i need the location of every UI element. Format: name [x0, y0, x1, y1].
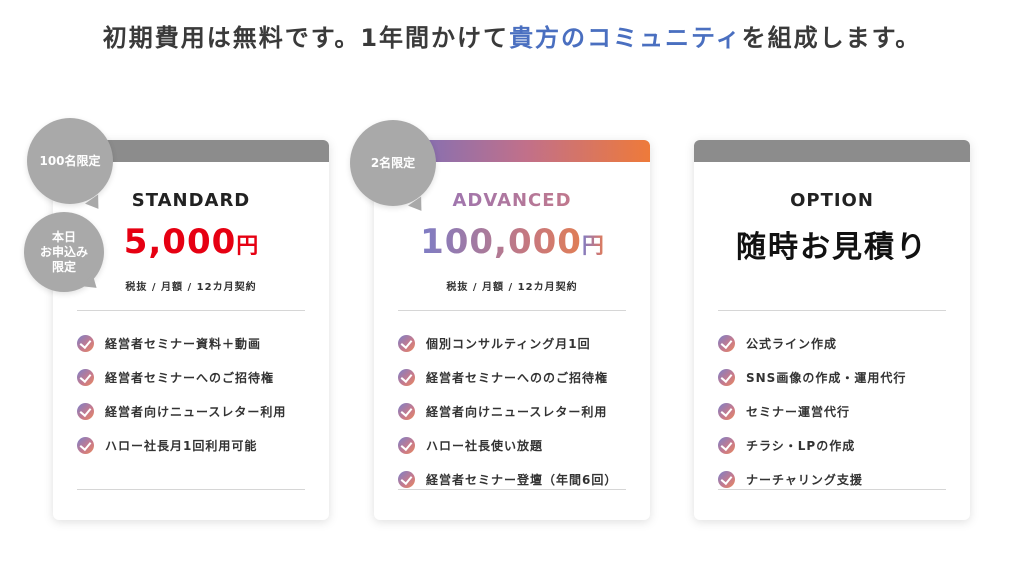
check-circle-icon — [398, 470, 415, 488]
divider — [398, 310, 626, 311]
feature-item: ナーチャリング支援 — [718, 462, 958, 496]
divider — [77, 489, 305, 490]
headline-accent: 貴方のコミュニティ — [509, 24, 742, 52]
feature-item: ハロー社長月1回利用可能 — [77, 428, 317, 462]
card-top-bar — [694, 140, 970, 162]
limit-badge-standard: 100名限定 — [27, 118, 113, 204]
feature-item: 経営者セミナー登壇（年間6回） — [398, 462, 638, 496]
plan-terms: 税抜 / 月額 / 12カ月契約 — [446, 282, 578, 293]
limit-badge-advanced: 2名限定 — [350, 120, 436, 206]
check-circle-icon — [718, 334, 735, 352]
feature-item: 経営者向けニュースレター利用 — [77, 394, 317, 428]
check-circle-icon — [718, 470, 735, 488]
check-circle-icon — [718, 402, 735, 420]
price-unit: 円 — [236, 234, 259, 259]
check-circle-icon — [398, 334, 415, 352]
feature-label: ナーチャリング支援 — [746, 472, 863, 487]
badge-label: 2名限定 — [370, 155, 416, 170]
feature-label: 経営者向けニュースレター利用 — [105, 404, 287, 419]
feature-label: 経営者セミナー資料＋動画 — [105, 336, 262, 351]
feature-label: 経営者セミナー登壇（年間6回） — [426, 472, 618, 487]
badge-label: 100名限定 — [39, 153, 101, 168]
price-amount: 5,000 — [123, 222, 237, 262]
pricing-page: 初期費用は無料です。1年間かけて貴方のコミュニティを組成します。 STANDAR… — [0, 0, 1024, 572]
price-amount: 随時お見積り — [736, 230, 928, 265]
today-only-badge: 本日 お申込み 限定 — [24, 212, 104, 292]
check-circle-icon — [718, 368, 735, 386]
price-amount: 100,000 — [420, 222, 582, 262]
check-circle-icon — [398, 436, 415, 454]
divider — [718, 489, 946, 490]
price-unit: 円 — [581, 234, 604, 259]
feature-label: 経営者向けニュースレター利用 — [426, 404, 608, 419]
plan-card-option: OPTION 随時お見積り 公式ライン作成 SNS画像の作成・運用代行 セミナー… — [694, 140, 970, 520]
feature-label: 個別コンサルティング月1回 — [426, 336, 591, 351]
feature-item: 経営者セミナーへののご招待権 — [398, 360, 638, 394]
check-circle-icon — [77, 334, 94, 352]
feature-item: 個別コンサルティング月1回 — [398, 326, 638, 360]
feature-item: セミナー運営代行 — [718, 394, 958, 428]
feature-list: 経営者セミナー資料＋動画 経営者セミナーへのご招待権 経営者向けニュースレター利… — [77, 326, 317, 462]
feature-label: チラシ・LPの作成 — [746, 438, 856, 453]
divider — [718, 310, 946, 311]
badge-label: 本日 お申込み 限定 — [39, 229, 88, 274]
feature-item: 経営者セミナーへのご招待権 — [77, 360, 317, 394]
feature-label: 公式ライン作成 — [746, 336, 838, 351]
feature-item: 経営者セミナー資料＋動画 — [77, 326, 317, 360]
divider — [398, 489, 626, 490]
feature-label: 経営者セミナーへのご招待権 — [105, 370, 275, 385]
check-circle-icon — [77, 402, 94, 420]
feature-label: セミナー運営代行 — [746, 404, 851, 419]
check-circle-icon — [718, 436, 735, 454]
page-headline: 初期費用は無料です。1年間かけて貴方のコミュニティを組成します。 — [0, 18, 1024, 53]
divider — [77, 310, 305, 311]
plan-price: 100,000円 — [374, 222, 650, 262]
headline-suffix: を組成します。 — [741, 24, 922, 52]
feature-list: 公式ライン作成 SNS画像の作成・運用代行 セミナー運営代行 チラシ・LPの作成… — [718, 326, 958, 496]
feature-item: 経営者向けニュースレター利用 — [398, 394, 638, 428]
plan-name: OPTION — [790, 190, 874, 211]
plan-price: 随時お見積り — [694, 222, 970, 266]
check-circle-icon — [77, 436, 94, 454]
feature-label: ハロー社長使い放題 — [426, 438, 544, 453]
feature-item: SNS画像の作成・運用代行 — [718, 360, 958, 394]
feature-label: SNS画像の作成・運用代行 — [746, 370, 907, 385]
feature-label: 経営者セミナーへののご招待権 — [426, 370, 609, 385]
feature-item: 公式ライン作成 — [718, 326, 958, 360]
feature-label: ハロー社長月1回利用可能 — [105, 438, 258, 453]
check-circle-icon — [398, 368, 415, 386]
headline-prefix: 初期費用は無料です。1年間かけて — [102, 24, 510, 52]
check-circle-icon — [77, 368, 94, 386]
check-circle-icon — [398, 402, 415, 420]
feature-item: チラシ・LPの作成 — [718, 428, 958, 462]
feature-list: 個別コンサルティング月1回 経営者セミナーへののご招待権 経営者向けニュースレタ… — [398, 326, 638, 496]
feature-item: ハロー社長使い放題 — [398, 428, 638, 462]
